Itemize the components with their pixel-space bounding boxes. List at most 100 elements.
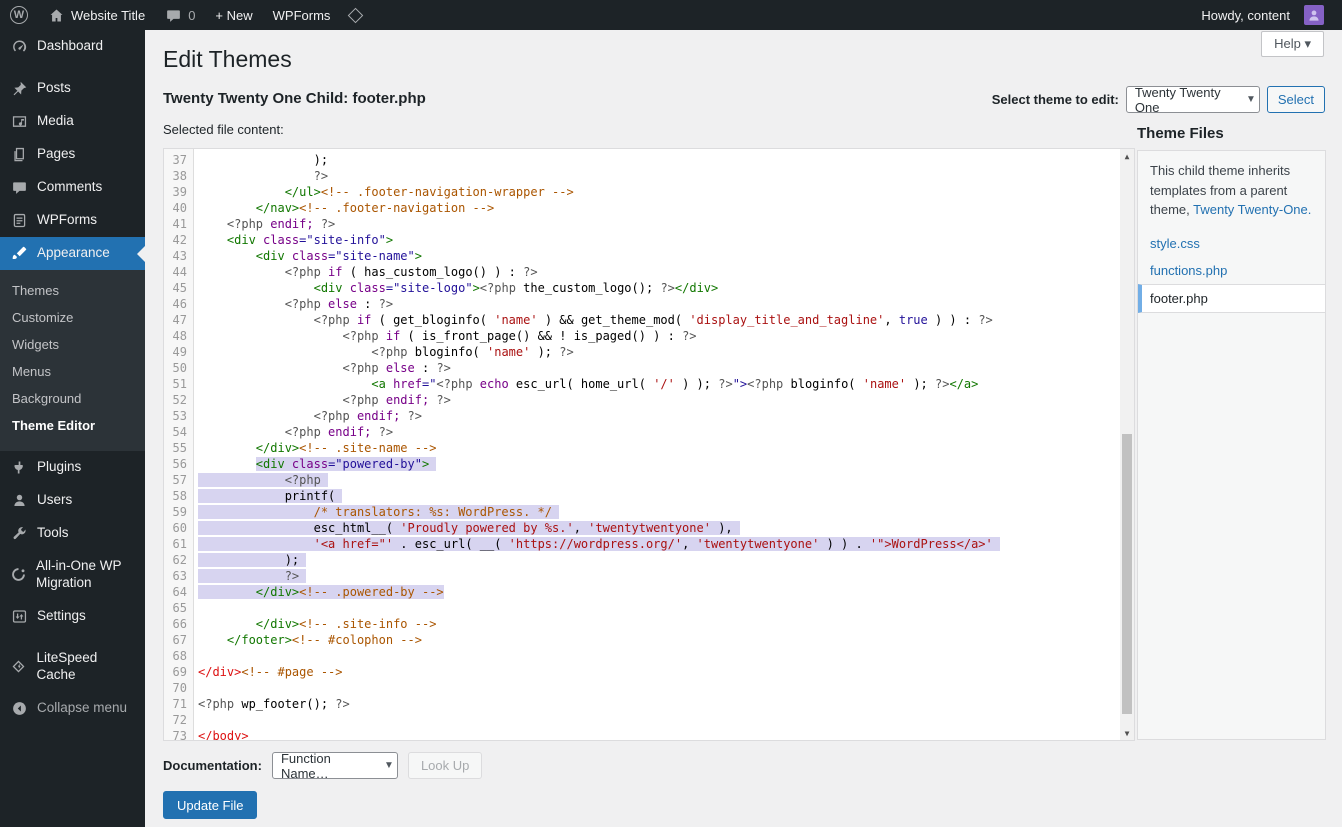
line-number: 66 (164, 616, 193, 632)
line-number: 57 (164, 472, 193, 488)
line-number: 69 (164, 664, 193, 680)
code-line-50: <?php else : ?> (198, 360, 1119, 376)
sidebar-item-dashboard[interactable]: Dashboard (0, 30, 145, 63)
line-number: 56 (164, 456, 193, 472)
theme-files-intro: This child theme inherits templates from… (1138, 151, 1325, 230)
sidebar-item-posts[interactable]: Posts (0, 72, 145, 105)
line-number: 51 (164, 376, 193, 392)
sidebar-item-wpforms[interactable]: WPForms (0, 204, 145, 237)
sidebar-item-users[interactable]: Users (0, 484, 145, 517)
line-number: 43 (164, 248, 193, 264)
my-account-menu[interactable]: Howdy, content (1191, 0, 1334, 30)
sidebar-item-label: All-in-One WP Migration (36, 558, 137, 592)
scrollbar-up-arrow[interactable]: ▲ (1120, 149, 1134, 163)
submenu-item-customize[interactable]: Customize (0, 304, 145, 331)
appearance-icon (10, 245, 28, 262)
wpforms-admin-item[interactable]: WPForms (263, 0, 341, 30)
sidebar-item-tools[interactable]: Tools (0, 517, 145, 550)
avatar (1304, 5, 1324, 25)
sidebar-item-appearance[interactable]: Appearance (0, 237, 145, 270)
line-number: 63 (164, 568, 193, 584)
new-content-menu[interactable]: + New (205, 0, 262, 30)
code-line-67: </footer><!-- #colophon --> (198, 632, 1119, 648)
documentation-row: Documentation: Function Name… ▼ Look Up (163, 752, 482, 779)
code-line-72 (198, 712, 1119, 728)
help-button[interactable]: Help ▾ (1261, 31, 1324, 57)
sidebar-item-plugins[interactable]: Plugins (0, 451, 145, 484)
sidebar-item-label: Media (37, 113, 74, 130)
code-line-63: ?> (198, 568, 1119, 584)
theme-file-footer.php[interactable]: footer.php (1138, 284, 1325, 313)
admin-sidebar: DashboardPostsMediaPagesCommentsWPFormsA… (0, 30, 145, 827)
theme-file-functions.php[interactable]: functions.php (1138, 257, 1325, 284)
code-line-42: <div class="site-info"> (198, 232, 1119, 248)
settings-icon (10, 608, 28, 625)
code-line-54: <?php endif; ?> (198, 424, 1119, 440)
line-number: 70 (164, 680, 193, 696)
code-line-41: <?php endif; ?> (198, 216, 1119, 232)
line-number: 58 (164, 488, 193, 504)
line-number: 60 (164, 520, 193, 536)
submenu-item-background[interactable]: Background (0, 385, 145, 412)
comment-bubble-icon (165, 7, 182, 24)
code-line-52: <?php endif; ?> (198, 392, 1119, 408)
site-title-label: Website Title (71, 8, 145, 23)
scrollbar-thumb[interactable] (1122, 434, 1132, 714)
code-line-65 (198, 600, 1119, 616)
comments-admin-item[interactable]: 0 (155, 0, 205, 30)
code-line-43: <div class="site-name"> (198, 248, 1119, 264)
code-line-48: <?php if ( is_front_page() && ! is_paged… (198, 328, 1119, 344)
code-line-60: esc_html__( 'Proudly powered by %s.', 't… (198, 520, 1119, 536)
sidebar-item-label: Users (37, 492, 72, 509)
line-number: 65 (164, 600, 193, 616)
litespeed-admin-item[interactable] (340, 0, 371, 30)
sidebar-item-comments[interactable]: Comments (0, 171, 145, 204)
code-line-73: </body> (198, 728, 1119, 740)
submenu-item-theme-editor[interactable]: Theme Editor (0, 412, 145, 439)
sidebar-item-pages[interactable]: Pages (0, 138, 145, 171)
code-line-47: <?php if ( get_bloginfo( 'name' ) && get… (198, 312, 1119, 328)
code-line-62: ); (198, 552, 1119, 568)
line-number: 61 (164, 536, 193, 552)
sidebar-item-label: LiteSpeed Cache (36, 650, 137, 684)
submenu-item-themes[interactable]: Themes (0, 277, 145, 304)
editor-scrollbar: ▲ ▼ (1120, 149, 1134, 740)
theme-select-dropdown[interactable]: Twenty Twenty One ▼ (1126, 86, 1260, 113)
chevron-down-icon: ▼ (384, 760, 394, 771)
documentation-dropdown[interactable]: Function Name… ▼ (272, 752, 398, 779)
appearance-submenu: ThemesCustomizeWidgetsMenusBackgroundThe… (0, 270, 145, 451)
line-number: 40 (164, 200, 193, 216)
line-number: 45 (164, 280, 193, 296)
update-file-button[interactable]: Update File (163, 791, 257, 819)
parent-theme-link[interactable]: Twenty Twenty-One. (1193, 202, 1311, 217)
documentation-label: Documentation: (163, 758, 262, 773)
code-line-57: <?php (198, 472, 1119, 488)
sidebar-item-label: Pages (37, 146, 75, 163)
line-number: 44 (164, 264, 193, 280)
scrollbar-down-arrow[interactable]: ▼ (1120, 726, 1134, 740)
line-number: 71 (164, 696, 193, 712)
sidebar-item-media[interactable]: Media (0, 105, 145, 138)
code-line-46: <?php else : ?> (198, 296, 1119, 312)
code-editor[interactable]: 3738394041424344454647484950515253545556… (163, 148, 1135, 741)
theme-select-label: Select theme to edit: (992, 92, 1119, 107)
select-theme-button[interactable]: Select (1267, 86, 1325, 113)
theme-file-style.css[interactable]: style.css (1138, 230, 1325, 257)
home-icon (48, 7, 65, 24)
site-title-link[interactable]: Website Title (38, 0, 155, 30)
sidebar-item-label: Posts (37, 80, 71, 97)
code-line-59: /* translators: %s: WordPress. */ (198, 504, 1119, 520)
submenu-item-menus[interactable]: Menus (0, 358, 145, 385)
code-line-53: <?php endif; ?> (198, 408, 1119, 424)
line-number: 55 (164, 440, 193, 456)
code-area[interactable]: ); ?> </ul><!-- .footer-navigation-wrapp… (198, 152, 1119, 740)
sidebar-item-migration[interactable]: All-in-One WP Migration (0, 550, 145, 600)
admin-bar: W Website Title 0 + New WPForms Howdy, c… (0, 0, 1342, 30)
sidebar-item-litespeed[interactable]: LiteSpeed Cache (0, 642, 145, 692)
lookup-button[interactable]: Look Up (408, 752, 482, 779)
sidebar-item-settings[interactable]: Settings (0, 600, 145, 633)
sidebar-item-collapse[interactable]: Collapse menu (0, 692, 145, 725)
submenu-item-widgets[interactable]: Widgets (0, 331, 145, 358)
sidebar-item-label: Dashboard (37, 38, 103, 55)
wordpress-logo-menu[interactable]: W (0, 0, 38, 30)
